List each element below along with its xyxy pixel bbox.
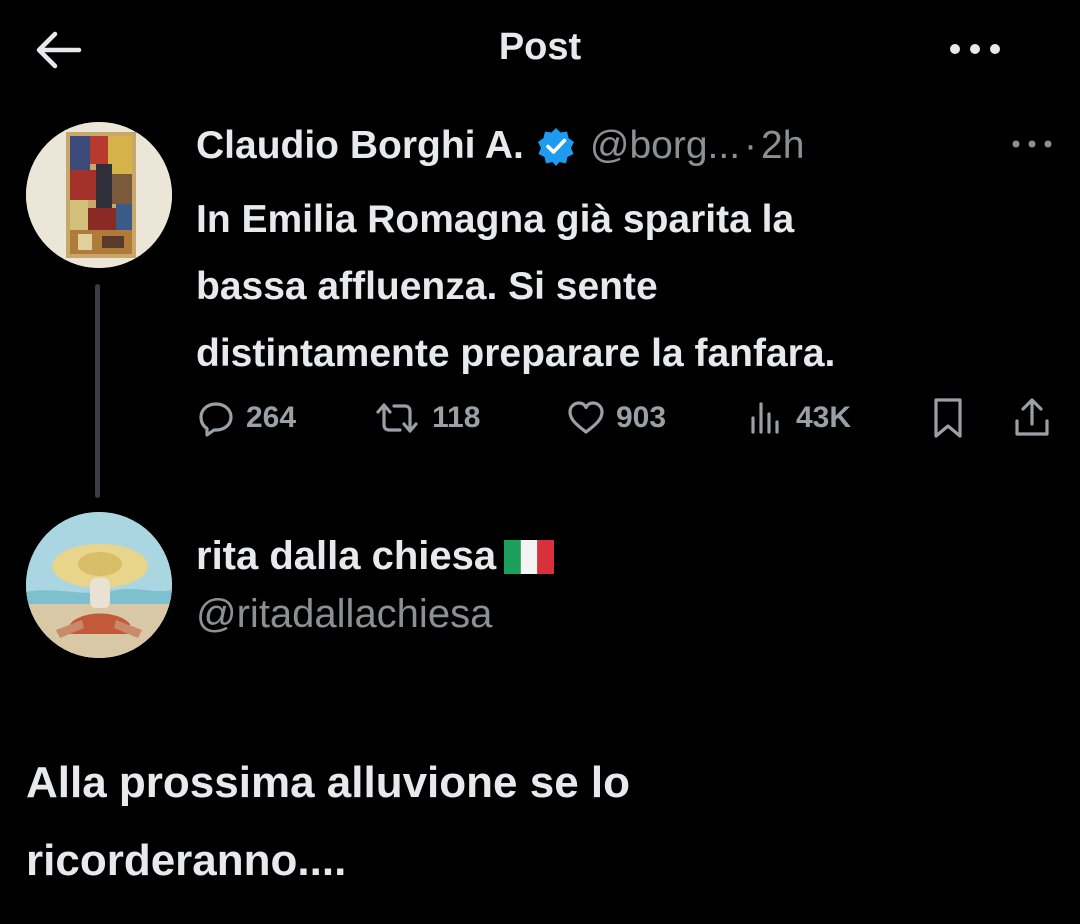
like-count: 903: [616, 401, 667, 434]
separator-dot: ·: [744, 124, 758, 167]
top-bar: Post: [0, 0, 1080, 100]
author-name[interactable]: Claudio Borghi A.: [196, 124, 524, 168]
tweet-header: Claudio Borghi A. @borg... · 2h: [196, 118, 986, 174]
views-count: 43K: [796, 401, 852, 434]
more-options-button[interactable]: [940, 24, 1010, 74]
retweet-button[interactable]: 118: [372, 388, 480, 448]
author-handle[interactable]: @borg...: [590, 124, 740, 168]
arrow-left-icon: [36, 31, 82, 69]
tweet-text: In Emilia Romagna già sparita la bassa a…: [196, 186, 1056, 387]
ellipsis-icon: [1012, 140, 1052, 148]
thread-connector-line: [95, 284, 100, 498]
italy-flag-icon: [504, 539, 555, 574]
tweet-action-bar: 264 118 903 43K: [196, 388, 1062, 448]
avatar-image: [26, 512, 172, 658]
reply-text-line: ricorderanno....: [26, 836, 347, 885]
reply-author-name[interactable]: rita dalla chiesa: [196, 534, 496, 579]
reply-text-line: Alla prossima alluvione se lo: [26, 758, 630, 807]
tweet-more-button[interactable]: [1004, 126, 1060, 162]
reply-button[interactable]: 264: [196, 388, 296, 448]
tweet-text-line: In Emilia Romagna già sparita la: [196, 198, 795, 241]
views-button[interactable]: 43K: [746, 388, 851, 448]
share-button[interactable]: [1012, 388, 1052, 448]
author-avatar[interactable]: [26, 122, 172, 268]
reply-author-row: rita dalla chiesa: [196, 534, 555, 579]
avatar-image: [26, 122, 172, 268]
tweet-text-line: distintamente preparare la fanfara.: [196, 332, 836, 375]
ellipsis-icon: [950, 44, 1000, 54]
retweet-count: 118: [432, 401, 481, 434]
bookmark-button[interactable]: [928, 388, 968, 448]
reply-icon: [199, 402, 233, 437]
reply-author-avatar[interactable]: [26, 512, 172, 658]
verified-badge-icon: [536, 126, 576, 166]
tweet-text-line: bassa affluenza. Si sente: [196, 265, 658, 308]
views-bar-chart-icon: [751, 402, 779, 434]
like-button[interactable]: 903: [566, 388, 666, 448]
share-icon: [1015, 398, 1049, 436]
reply-text: Alla prossima alluvione se lo ricorderan…: [26, 744, 1056, 900]
page-title: Post: [498, 26, 582, 68]
reply-author-handle[interactable]: @ritadallachiesa: [196, 592, 492, 637]
tweet-timestamp[interactable]: 2h: [761, 124, 804, 168]
back-button[interactable]: [28, 22, 88, 78]
heart-icon: [568, 401, 604, 434]
reply-count: 264: [246, 401, 297, 434]
retweet-icon: [376, 403, 418, 433]
bookmark-icon: [934, 398, 962, 438]
